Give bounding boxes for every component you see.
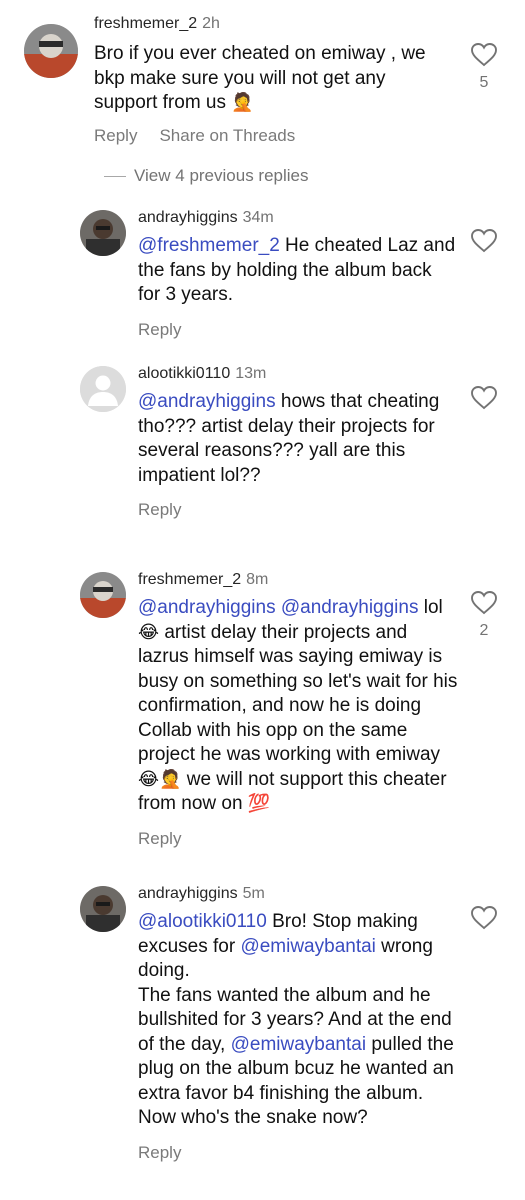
comment-header: freshmemer_2 2h [94,14,454,34]
mention-link[interactable]: @freshmemer_2 [138,235,280,256]
avatar[interactable] [80,572,126,618]
timestamp: 8m [246,571,269,588]
comment-actions: Reply [138,500,458,520]
username[interactable]: alootikki0110 [138,365,230,382]
username[interactable]: freshmemer_2 [138,571,241,588]
comment-text-content: we will not support this cheater from no… [138,768,447,815]
laughing-facepalm-emoji: 😂🤦 [138,768,182,789]
comment-actions: Reply Share on Threads [94,126,454,146]
comment-text: @andrayhiggins @andrayhiggins lol 😂 arti… [138,596,458,817]
comment-header: freshmemer_2 8m [138,570,458,590]
view-replies-label: View 4 previous replies [134,166,309,185]
reply-button[interactable]: Reply [138,500,181,519]
laughing-emoji: 😂 [138,621,160,642]
mention-link[interactable]: @emiwaybantai [231,1034,366,1055]
timestamp: 2h [202,15,220,32]
comment-text: @freshmemer_2 He cheated Laz and the fan… [138,234,458,308]
divider-line [104,176,126,178]
comment-text-content: lol [418,597,443,618]
timestamp: 13m [235,365,267,382]
heart-icon[interactable] [471,43,497,67]
comment-text-content: Bro if you ever cheated on emiway , we b… [94,43,426,113]
username[interactable]: andrayhiggins [138,885,238,902]
avatar[interactable] [80,210,126,256]
avatar[interactable] [24,24,78,78]
username[interactable]: freshmemer_2 [94,15,197,32]
heart-icon[interactable] [471,906,497,930]
hundred-emoji: 💯 [247,793,271,813]
comment-actions: Reply [138,1143,458,1163]
like-count: 2 [479,622,489,639]
reply-button[interactable]: Reply [94,126,137,145]
mention-link[interactable]: @alootikki0110 [138,911,267,932]
username[interactable]: andrayhiggins [138,209,238,226]
heart-icon[interactable] [471,591,497,615]
comment-header: andrayhiggins 34m [138,208,458,228]
avatar[interactable] [80,886,126,932]
comment-text: Bro if you ever cheated on emiway , we b… [94,42,454,116]
comment-actions: Reply [138,829,458,849]
comment-header: andrayhiggins 5m [138,884,458,904]
reply-button[interactable]: Reply [138,1143,181,1162]
default-avatar-icon[interactable] [80,366,126,412]
like-count: 5 [479,74,489,91]
comment-header: alootikki0110 13m [138,364,458,384]
mention-link[interactable]: @andrayhiggins @andrayhiggins [138,597,418,618]
reply-button[interactable]: Reply [138,829,181,848]
mention-link[interactable]: @andrayhiggins [138,391,276,412]
facepalm-emoji: 🤦 [231,92,254,112]
reply-button[interactable]: Reply [138,320,181,339]
heart-icon[interactable] [471,386,497,410]
mention-link[interactable]: @emiwaybantai [240,936,375,957]
comment-text: @andrayhiggins hows that cheating tho???… [138,390,458,488]
view-previous-replies-button[interactable]: View 4 previous replies [104,166,309,186]
heart-icon[interactable] [471,229,497,253]
timestamp: 5m [242,885,265,902]
timestamp: 34m [242,209,274,226]
share-on-threads-button[interactable]: Share on Threads [159,126,295,145]
comment-text: @alootikki0110 Bro! Stop making excuses … [138,910,458,1131]
comment-actions: Reply [138,320,458,340]
comment-text-content: artist delay their projects and lazrus h… [138,621,458,766]
